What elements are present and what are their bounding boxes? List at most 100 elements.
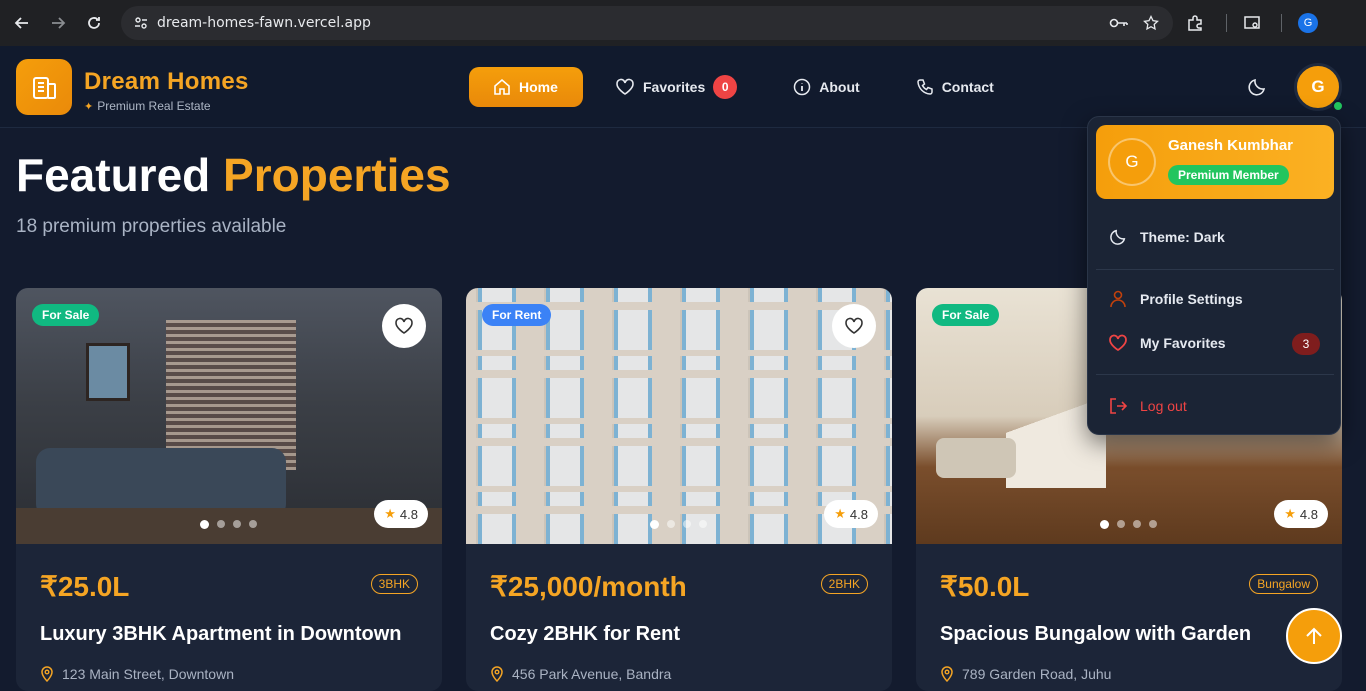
property-card[interactable]: For Rent ★ 4.8 ₹25,000/month 2BHK Cozy 2… — [466, 288, 892, 691]
page-title-accent: Properties — [223, 149, 451, 201]
rating-badge: ★ 4.8 — [374, 500, 428, 528]
nav-home-label: Home — [519, 79, 558, 95]
user-menu-dropdown: G Ganesh Kumbhar Premium Member Theme: D… — [1087, 116, 1341, 435]
property-image[interactable]: For Rent ★ 4.8 — [466, 288, 892, 544]
heart-icon — [845, 317, 863, 334]
main-nav: Home Favorites 0 About Contact — [469, 67, 1014, 107]
brand-subtitle: Premium Real Estate — [97, 99, 211, 113]
nav-about[interactable]: About — [773, 67, 879, 107]
property-card[interactable]: For Sale ★ 4.8 ₹25.0L 3BHK Luxury 3BHK A… — [16, 288, 442, 691]
extensions-icon[interactable] — [1186, 14, 1204, 32]
listing-type-badge: For Sale — [932, 304, 1000, 326]
scroll-to-top-button[interactable] — [1286, 608, 1342, 664]
toolbar-divider — [1281, 14, 1282, 32]
building-icon — [33, 77, 56, 99]
user-menu-header: G Ganesh Kumbhar Premium Member — [1096, 125, 1334, 199]
moon-icon — [1110, 229, 1126, 245]
nav-about-label: About — [819, 79, 860, 95]
key-icon[interactable] — [1109, 15, 1129, 31]
toolbar-divider — [1226, 14, 1227, 32]
listing-type-badge: For Sale — [32, 304, 100, 326]
property-price: ₹25,000/month — [490, 571, 687, 602]
menu-item-logout[interactable]: Log out — [1108, 396, 1187, 416]
rating-value: 4.8 — [1299, 506, 1318, 522]
property-image[interactable]: For Sale ★ 4.8 — [16, 288, 442, 544]
bookmark-star-icon[interactable] — [1143, 15, 1159, 31]
logout-icon — [1110, 398, 1128, 414]
phone-icon — [916, 79, 933, 95]
home-icon — [494, 78, 510, 95]
property-type-badge: 2BHK — [820, 574, 868, 594]
page-title-main: Featured — [16, 149, 211, 201]
heart-icon — [616, 78, 634, 95]
rating-value: 4.8 — [399, 506, 418, 522]
browser-toolbar: dream-homes-fawn.vercel.app G — [0, 0, 1366, 46]
rating-badge: ★ 4.8 — [824, 500, 878, 528]
arrow-up-icon — [1306, 627, 1322, 644]
property-address: 789 Garden Road, Juhu — [962, 666, 1112, 682]
property-title[interactable]: Luxury 3BHK Apartment in Downtown — [40, 623, 418, 646]
property-address: 456 Park Avenue, Bandra — [512, 666, 672, 682]
cast-icon[interactable] — [1243, 14, 1261, 32]
heart-icon — [395, 317, 413, 334]
carousel-dots[interactable] — [200, 520, 257, 529]
star-icon: ★ — [834, 506, 846, 521]
nav-favorites-label: Favorites — [643, 79, 706, 95]
logo[interactable] — [16, 59, 72, 115]
user-icon — [1110, 290, 1126, 308]
back-icon[interactable] — [4, 5, 40, 41]
nav-contact[interactable]: Contact — [896, 67, 1014, 107]
menu-item-favorites-label: My Favorites — [1140, 335, 1226, 351]
heart-icon — [1109, 334, 1127, 352]
location-pin-icon — [941, 666, 953, 682]
nav-favorites[interactable]: Favorites 0 — [595, 67, 757, 107]
property-count-text: 18 premium properties available — [16, 216, 287, 237]
menu-divider — [1096, 269, 1334, 270]
theme-toggle-button[interactable] — [1246, 76, 1270, 100]
carousel-dots[interactable] — [1100, 520, 1157, 529]
brand-title: Dream Homes — [84, 68, 249, 95]
favorite-button[interactable] — [832, 304, 876, 348]
favorite-button[interactable] — [382, 304, 426, 348]
armchair — [936, 438, 1016, 478]
nav-contact-label: Contact — [941, 79, 994, 95]
nav-home[interactable]: Home — [469, 67, 583, 107]
menu-item-theme[interactable]: Theme: Dark — [1108, 227, 1225, 247]
user-name: Ganesh Kumbhar — [1168, 137, 1294, 154]
property-type-badge: Bungalow — [1249, 574, 1318, 594]
dropdown-avatar: G — [1108, 138, 1156, 186]
carousel-dots[interactable] — [650, 520, 707, 529]
favorites-count-badge: 0 — [713, 75, 738, 99]
info-icon — [794, 78, 811, 96]
browser-profile-avatar[interactable]: G — [1298, 13, 1318, 33]
property-title[interactable]: Spacious Bungalow with Garden — [940, 623, 1318, 646]
page-title: Featured Properties — [16, 148, 451, 202]
star-icon: ★ — [1284, 506, 1296, 521]
star-icon: ★ — [384, 506, 396, 521]
forward-icon[interactable] — [40, 5, 76, 41]
address-bar[interactable]: dream-homes-fawn.vercel.app — [121, 6, 1173, 40]
menu-item-profile-label: Profile Settings — [1140, 291, 1243, 307]
reload-icon[interactable] — [76, 5, 112, 41]
location-pin-icon — [41, 666, 53, 682]
online-status-dot — [1332, 100, 1344, 112]
property-address: 123 Main Street, Downtown — [62, 666, 234, 682]
menu-item-profile-settings[interactable]: Profile Settings — [1108, 289, 1243, 309]
sparkle-icon: ✦ — [84, 100, 94, 113]
listing-type-badge: For Rent — [482, 304, 552, 326]
favorites-count-badge: 3 — [1292, 333, 1320, 355]
site-info-icon[interactable] — [133, 15, 149, 31]
location-pin-icon — [491, 666, 503, 682]
wall-painting — [86, 343, 130, 401]
rating-value: 4.8 — [849, 506, 868, 522]
moon-icon — [1248, 78, 1266, 96]
url-text: dream-homes-fawn.vercel.app — [157, 15, 371, 31]
menu-divider — [1096, 374, 1334, 375]
menu-item-my-favorites[interactable]: My Favorites — [1108, 334, 1226, 352]
property-price: ₹25.0L — [40, 571, 130, 602]
menu-item-logout-label: Log out — [1140, 398, 1187, 414]
membership-badge: Premium Member — [1168, 165, 1289, 185]
menu-item-theme-label: Theme: Dark — [1140, 229, 1225, 245]
property-title[interactable]: Cozy 2BHK for Rent — [490, 623, 868, 646]
rating-badge: ★ 4.8 — [1274, 500, 1328, 528]
